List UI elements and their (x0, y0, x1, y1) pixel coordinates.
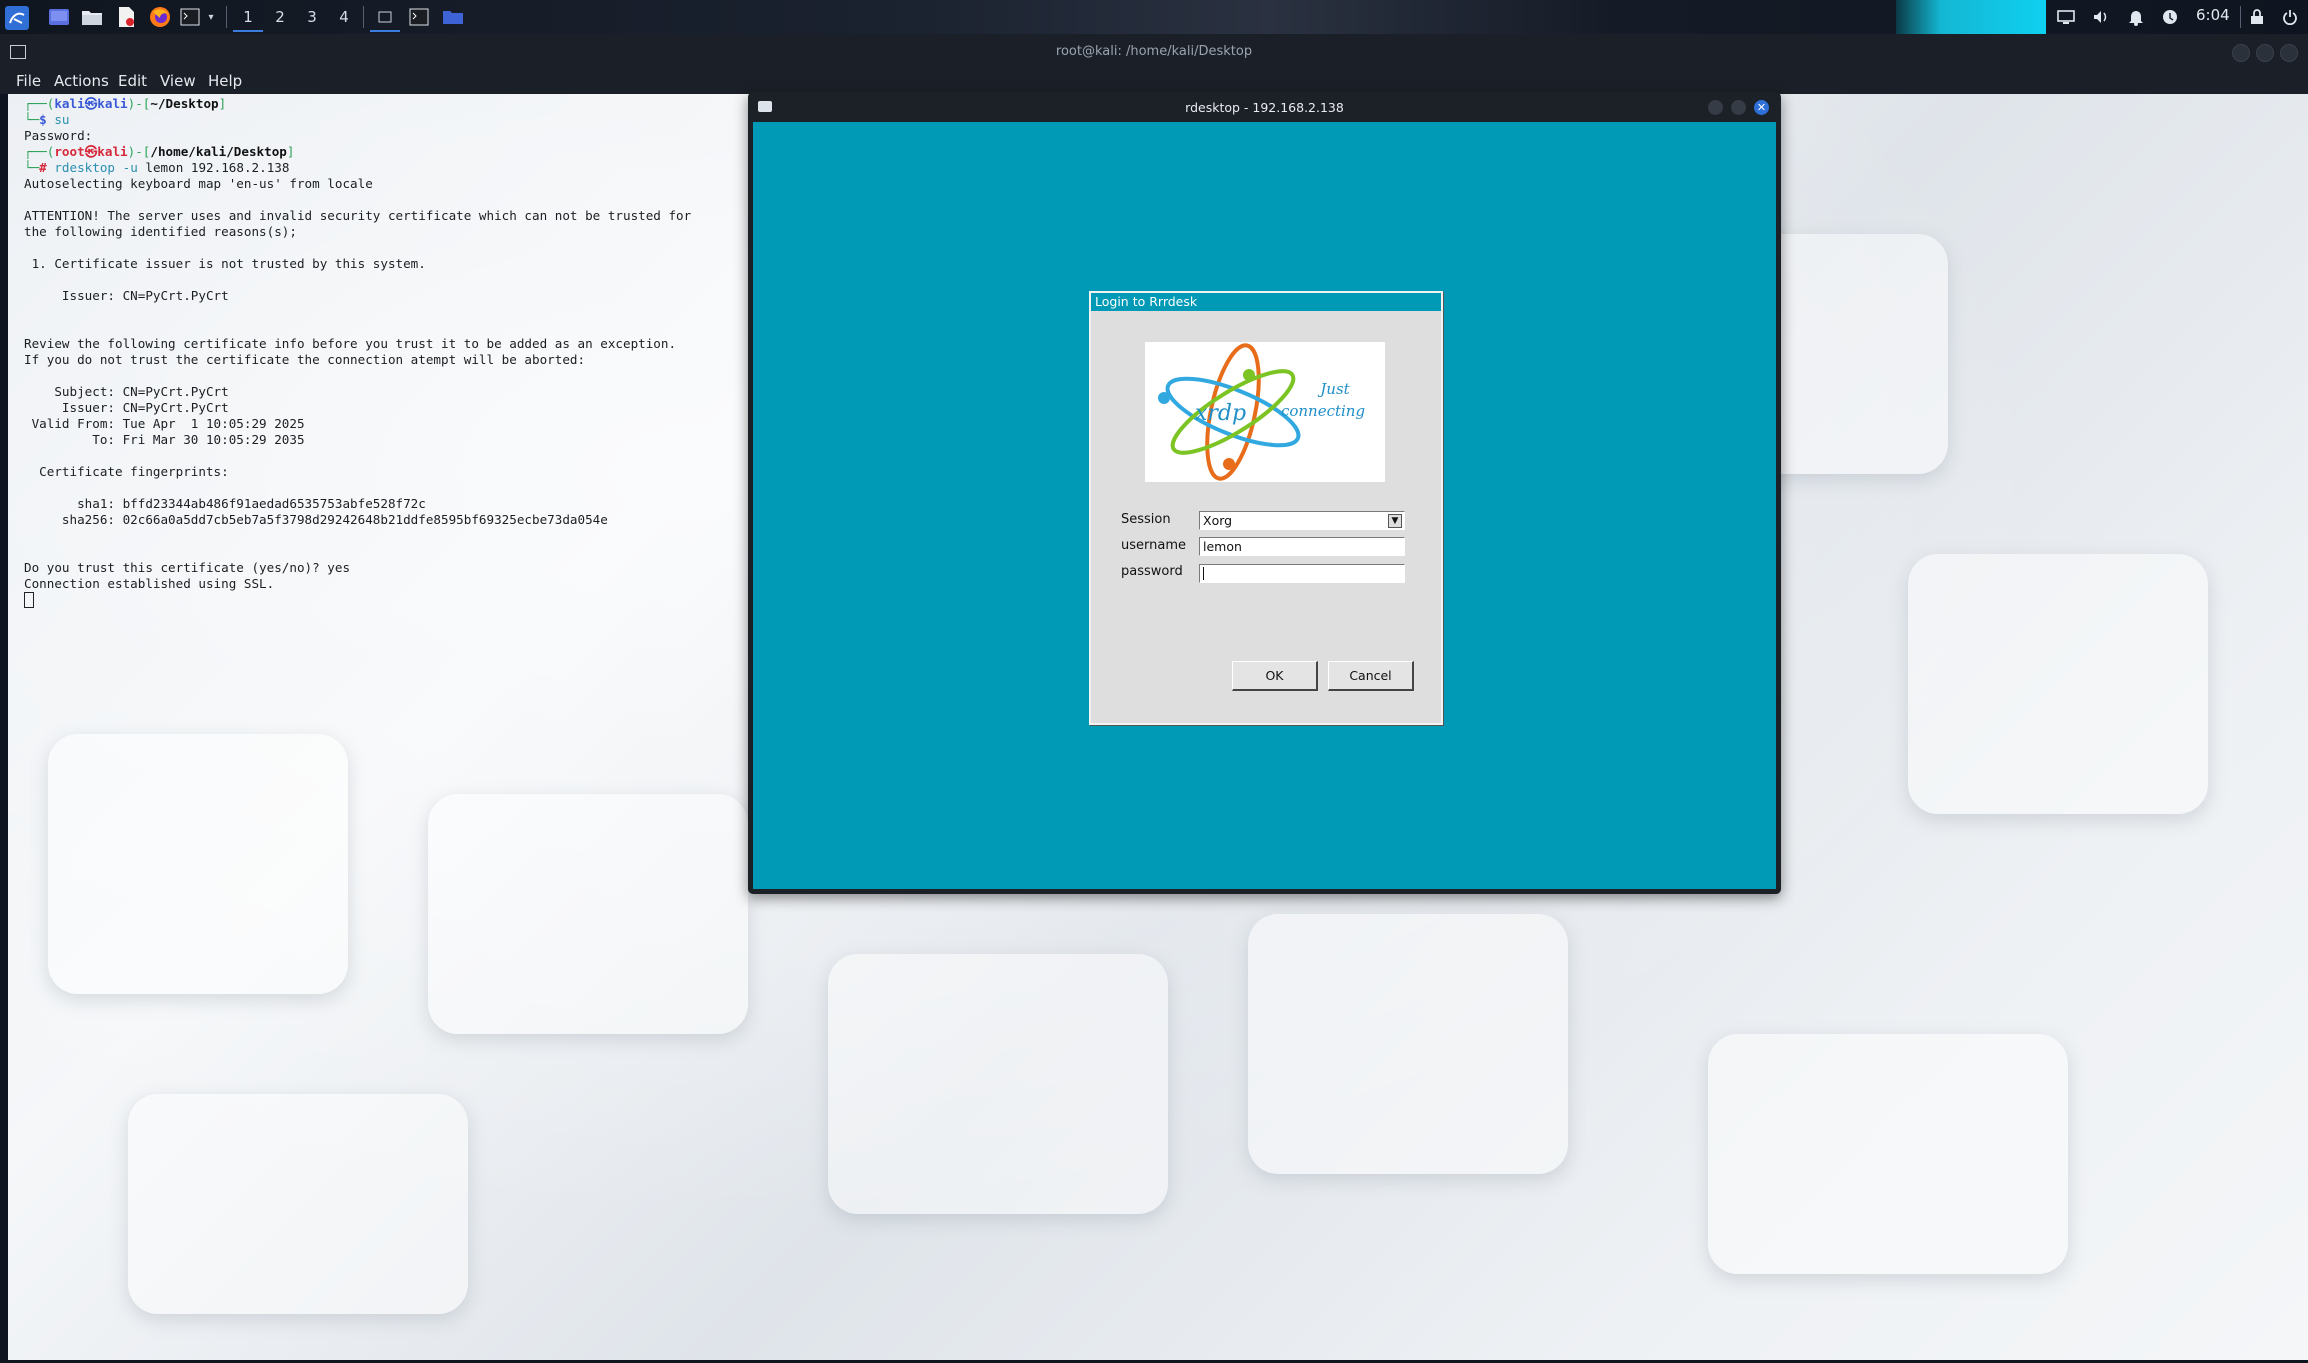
bell-icon[interactable] (2124, 5, 2148, 29)
terminal-titlebar[interactable]: root@kali: /home/kali/Desktop (0, 34, 2308, 70)
chevron-down-icon[interactable]: ▾ (204, 4, 218, 30)
text-editor-icon[interactable] (113, 4, 139, 30)
terminal-icon[interactable] (178, 4, 202, 30)
output-line: Review the following certificate info be… (24, 336, 677, 351)
output-line: Issuer: CN=PyCrt.PyCrt (24, 288, 229, 303)
rdesktop-close-button[interactable]: ✕ (1754, 100, 1769, 115)
menu-view[interactable]: View (158, 72, 198, 90)
output-line: Autoselecting keyboard map 'en-us' from … (24, 176, 373, 191)
output-line: Connection established using SSL. (24, 576, 275, 591)
top-panel: ▾ 1 2 3 4 6:04 (0, 0, 2308, 35)
logo-tagline-1: Just (1317, 380, 1350, 398)
terminal-title: root@kali: /home/kali/Desktop (1055, 44, 1253, 59)
terminal-cursor (24, 592, 34, 608)
menu-edit[interactable]: Edit (116, 72, 149, 90)
close-button[interactable] (2280, 44, 2298, 62)
xrdp-login-dialog: Login to Rrrdesk xrdp Just connecting Se… (1089, 291, 1443, 725)
power-icon[interactable] (2278, 5, 2302, 29)
prompt-user: root (54, 144, 85, 159)
volume-icon[interactable] (2089, 5, 2113, 29)
terminal-window-icon[interactable] (404, 4, 434, 30)
menu-actions[interactable]: Actions (52, 72, 111, 90)
cpu-graph (1896, 0, 2046, 34)
prompt-command-flag: -u (122, 160, 138, 175)
panel-separator (226, 6, 227, 28)
rdesktop-minimize-button[interactable] (1708, 100, 1723, 115)
login-dialog-title: Login to Rrrdesk (1091, 293, 1441, 311)
prompt-host: kali (97, 144, 128, 159)
username-label: username (1121, 538, 1186, 553)
output-line: Certificate fingerprints: (24, 464, 229, 479)
terminal-output: ┌──(kali㉿kali)-[~/Desktop] └─$ su Passwo… (24, 96, 691, 610)
workspace-3[interactable]: 3 (297, 4, 327, 30)
session-value: Xorg (1203, 513, 1233, 528)
password-label: password (1121, 564, 1183, 579)
prompt-command: su (54, 112, 70, 127)
menu-help[interactable]: Help (206, 72, 244, 90)
chevron-down-icon[interactable]: ▼ (1388, 514, 1402, 528)
output-line: Valid From: Tue Apr 1 10:05:29 2025 (24, 416, 305, 431)
workspace-1[interactable]: 1 (233, 4, 263, 32)
logo-tagline-2: connecting (1281, 402, 1365, 420)
password-field[interactable] (1199, 564, 1405, 583)
wallpaper-key (128, 1094, 468, 1314)
prompt-host: kali (97, 96, 128, 111)
output-line: ATTENTION! The server uses and invalid s… (24, 208, 692, 223)
minimize-button[interactable] (2232, 44, 2250, 62)
rdesktop-title: rdesktop - 192.168.2.138 (1185, 100, 1344, 115)
window-icon[interactable] (370, 4, 400, 32)
panel-separator (363, 6, 364, 28)
output-line: 1. Certificate issuer is not trusted by … (24, 256, 426, 271)
wallpaper-key (48, 734, 348, 994)
text-caret (1203, 567, 1204, 580)
wallpaper-key (828, 954, 1168, 1214)
wallpaper-key (1248, 914, 1568, 1174)
output-line: sha1: bffd23344ab486f91aedad6535753abfe5… (24, 496, 426, 511)
wallpaper-key (428, 794, 748, 1034)
output-line: To: Fri Mar 30 10:05:29 2035 (24, 432, 305, 447)
output-line: sha256: 02c66a0a5dd7cb5eb7a5f3798d292426… (24, 512, 608, 527)
wallpaper-key (1708, 1034, 2068, 1274)
username-field[interactable]: lemon (1199, 537, 1405, 556)
kali-menu-icon[interactable] (3, 4, 31, 32)
output-line: Subject: CN=PyCrt.PyCrt (24, 384, 229, 399)
folder-icon[interactable] (438, 4, 468, 30)
wallpaper-key (1908, 554, 2208, 814)
password-line: Password: (24, 128, 93, 143)
workspace-4[interactable]: 4 (329, 4, 359, 30)
cancel-button[interactable]: Cancel (1328, 661, 1414, 691)
menu-file[interactable]: File (14, 72, 43, 90)
rdesktop-maximize-button[interactable] (1731, 100, 1746, 115)
session-select[interactable]: Xorg ▼ (1199, 511, 1405, 530)
lock-icon[interactable] (2245, 5, 2269, 29)
prompt-command-args: lemon 192.168.2.138 (145, 160, 290, 175)
output-line: the following identified reasons(s); (24, 224, 297, 239)
output-line: If you do not trust the certificate the … (24, 352, 586, 367)
prompt-path: /home/kali/Desktop (150, 144, 287, 159)
ok-button[interactable]: OK (1232, 661, 1318, 691)
update-icon[interactable] (2158, 5, 2182, 29)
panel-separator (2240, 6, 2241, 28)
display-icon[interactable] (2054, 5, 2078, 29)
rdesktop-titlebar[interactable]: rdesktop - 192.168.2.138 ✕ (748, 92, 1781, 122)
desktop-icon[interactable] (46, 4, 72, 30)
logo-text: xrdp (1195, 401, 1246, 426)
output-line: Do you trust this certificate (yes/no)? … (24, 560, 351, 575)
file-manager-icon[interactable] (79, 4, 105, 30)
prompt-command: rdesktop (54, 160, 116, 175)
session-label: Session (1121, 512, 1171, 527)
prompt-user: kali (54, 96, 85, 111)
xrdp-logo: xrdp Just connecting (1145, 342, 1385, 482)
firefox-icon[interactable] (147, 4, 173, 30)
workspace-2[interactable]: 2 (265, 4, 295, 30)
prompt-path: ~/Desktop (150, 96, 219, 111)
output-line: Issuer: CN=PyCrt.PyCrt (24, 400, 229, 415)
clock[interactable]: 6:04 (2196, 6, 2230, 24)
maximize-button[interactable] (2256, 44, 2274, 62)
terminal-menubar: File Actions Edit View Help (0, 70, 2308, 94)
